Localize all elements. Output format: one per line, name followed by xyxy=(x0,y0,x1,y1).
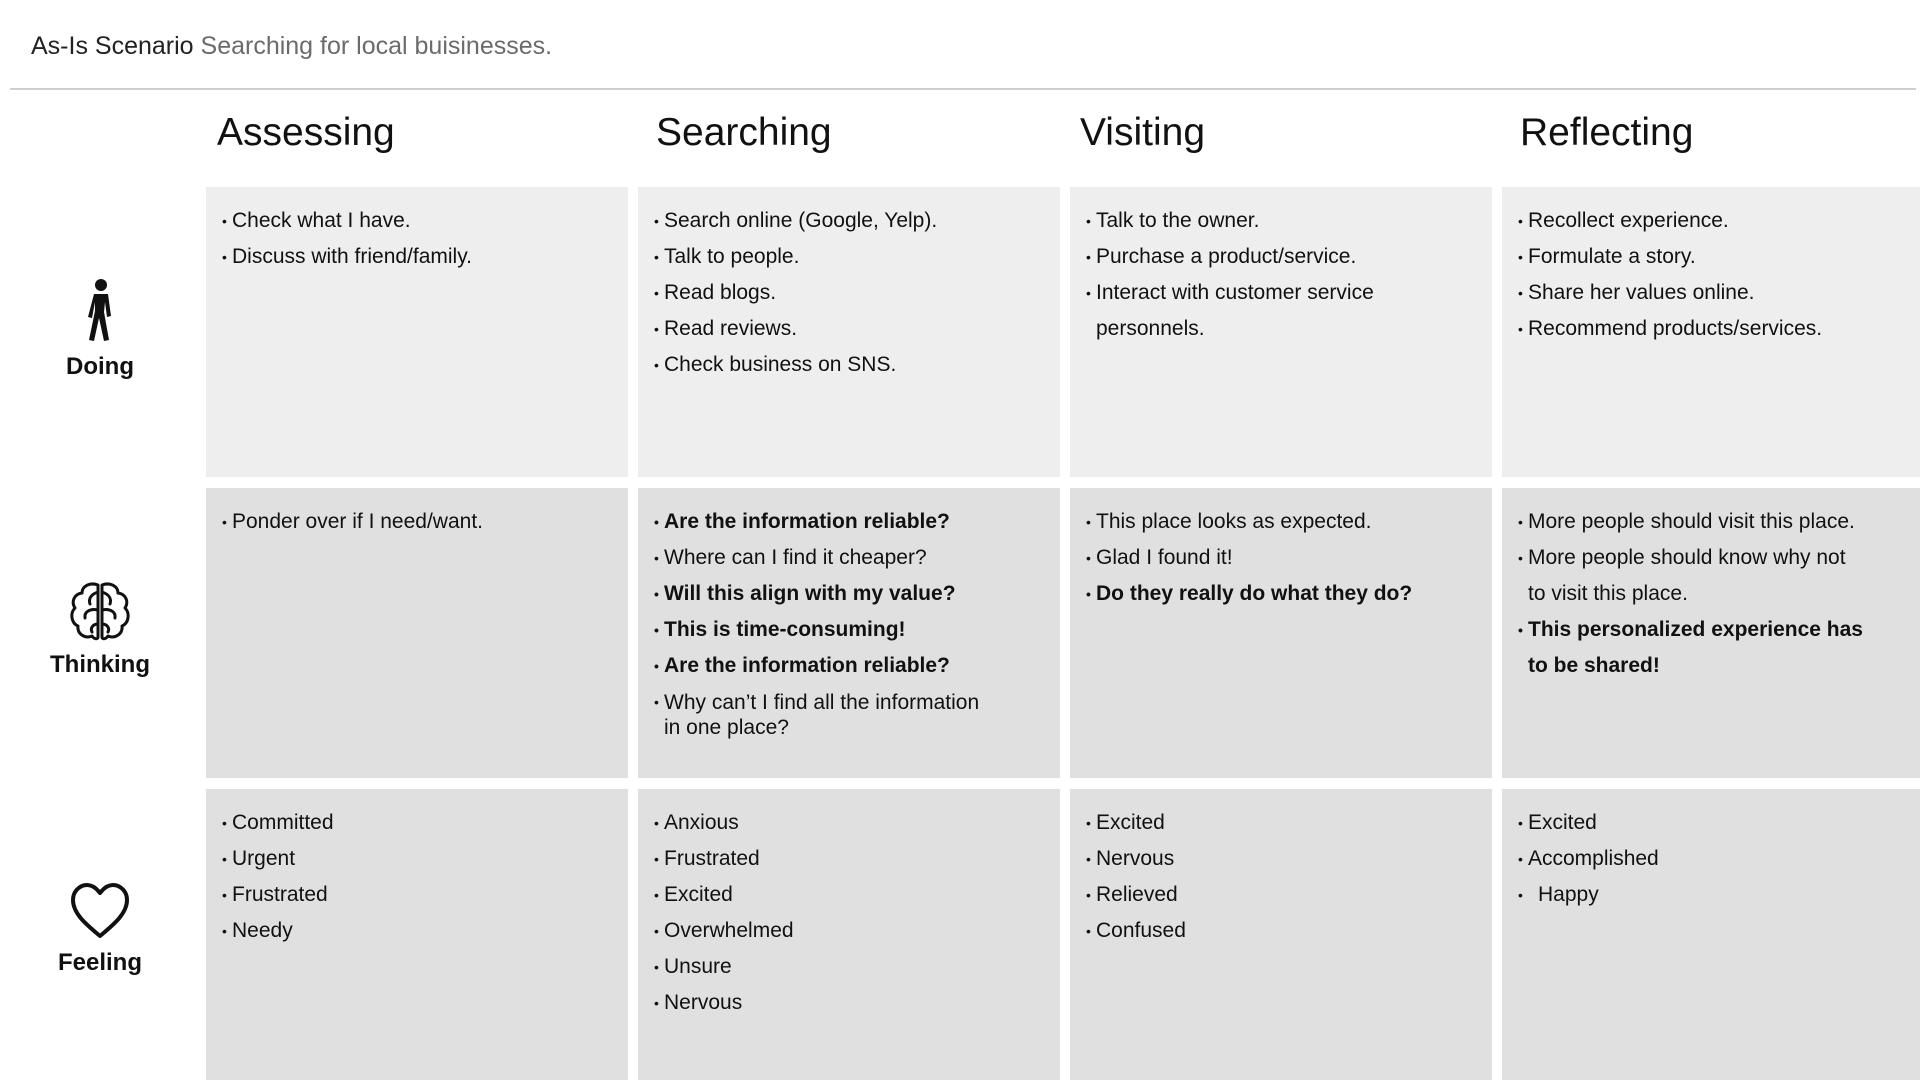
list-item: Relieved xyxy=(1086,877,1474,913)
list-item: Anxious xyxy=(654,805,1042,841)
list-item: Are the information reliable? xyxy=(654,648,989,684)
row-label-feeling: Feeling xyxy=(0,882,200,978)
phase-visiting: Visiting xyxy=(1080,111,1206,154)
list-item: Unsure xyxy=(654,949,1042,985)
list-item: Share her values online. xyxy=(1518,275,1902,311)
cell-thinking-visiting: This place looks as expected. Glad I fou… xyxy=(1070,488,1492,778)
list-item: More people should know why not to visit… xyxy=(1518,540,1863,612)
cell-thinking-assessing: Ponder over if I need/want. xyxy=(206,488,628,778)
list-item: Purchase a product/service. xyxy=(1086,239,1406,275)
cell-feeling-searching: Anxious Frustrated Excited Overwhelmed U… xyxy=(638,789,1060,1080)
list-item: Excited xyxy=(1518,805,1902,841)
row-label-text: Thinking xyxy=(50,651,150,678)
header-divider xyxy=(10,88,1916,90)
scenario-header: As-Is Scenario Searching for local buisi… xyxy=(31,28,552,64)
list-item: Confused xyxy=(1086,913,1474,949)
row-label-thinking: Thinking xyxy=(0,580,200,680)
cell-doing-visiting: Talk to the owner. Purchase a product/se… xyxy=(1070,187,1492,477)
cell-doing-reflecting: Recollect experience. Formulate a story.… xyxy=(1502,187,1920,477)
phase-assessing: Assessing xyxy=(217,111,395,154)
list-item: Frustrated xyxy=(654,841,1042,877)
cell-feeling-assessing: Committed Urgent Frustrated Needy xyxy=(206,789,628,1080)
list-item: Read blogs. xyxy=(654,275,1042,311)
list-item: Do they really do what they do? xyxy=(1086,576,1474,612)
phase-searching: Searching xyxy=(656,111,832,154)
list-item: Urgent xyxy=(222,841,610,877)
list-item: Recommend products/services. xyxy=(1518,311,1902,347)
list-item: Are the information reliable? xyxy=(654,504,989,540)
cell-doing-searching: Search online (Google, Yelp). Talk to pe… xyxy=(638,187,1060,477)
heart-icon xyxy=(71,883,129,938)
brain-icon xyxy=(70,582,130,641)
walking-person-icon xyxy=(88,279,111,341)
list-item: Ponder over if I need/want. xyxy=(222,504,610,540)
list-item: Where can I find it cheaper? xyxy=(654,540,989,576)
list-item: This place looks as expected. xyxy=(1086,504,1474,540)
list-item: Committed xyxy=(222,805,610,841)
list-item: Excited xyxy=(654,877,1042,913)
list-item: Check what I have. xyxy=(222,203,610,239)
list-item: Why can’t I find all the information in … xyxy=(654,690,989,740)
list-item: Accomplished xyxy=(1518,841,1902,877)
list-item: Check business on SNS. xyxy=(654,347,1042,383)
list-item: This personalized experience has to be s… xyxy=(1518,612,1863,684)
list-item: More people should visit this place. xyxy=(1518,504,1863,540)
list-item: Frustrated xyxy=(222,877,610,913)
list-item: Will this align with my value? xyxy=(654,576,989,612)
list-item: Glad I found it! xyxy=(1086,540,1474,576)
cell-doing-assessing: Check what I have. Discuss with friend/f… xyxy=(206,187,628,477)
list-item: Needy xyxy=(222,913,610,949)
row-label-text: Doing xyxy=(66,353,134,380)
list-item: Interact with customer service personnel… xyxy=(1086,275,1406,347)
list-item: Discuss with friend/family. xyxy=(222,239,610,275)
list-item: Talk to the owner. xyxy=(1086,203,1406,239)
list-item: Formulate a story. xyxy=(1518,239,1902,275)
list-item: Nervous xyxy=(654,985,1042,1021)
cell-thinking-searching: Are the information reliable? Where can … xyxy=(638,488,1060,778)
list-item: Nervous xyxy=(1086,841,1474,877)
cell-thinking-reflecting: More people should visit this place. Mor… xyxy=(1502,488,1920,778)
phase-reflecting: Reflecting xyxy=(1520,111,1694,154)
row-label-text: Feeling xyxy=(57,949,142,976)
list-item: Recollect experience. xyxy=(1518,203,1902,239)
list-item: Overwhelmed xyxy=(654,913,1042,949)
cell-feeling-visiting: Excited Nervous Relieved Confused xyxy=(1070,789,1492,1080)
cell-feeling-reflecting: Excited Accomplished Happy xyxy=(1502,789,1920,1080)
scenario-title: As-Is Scenario xyxy=(31,32,194,60)
row-label-doing: Doing xyxy=(0,278,200,382)
list-item: Talk to people. xyxy=(654,239,1042,275)
list-item: Search online (Google, Yelp). xyxy=(654,203,1042,239)
list-item: This is time-consuming! xyxy=(654,612,989,648)
scenario-subtitle: Searching for local buisinesses. xyxy=(200,32,553,60)
list-item: Happy xyxy=(1518,877,1902,913)
list-item: Excited xyxy=(1086,805,1474,841)
list-item: Read reviews. xyxy=(654,311,1042,347)
